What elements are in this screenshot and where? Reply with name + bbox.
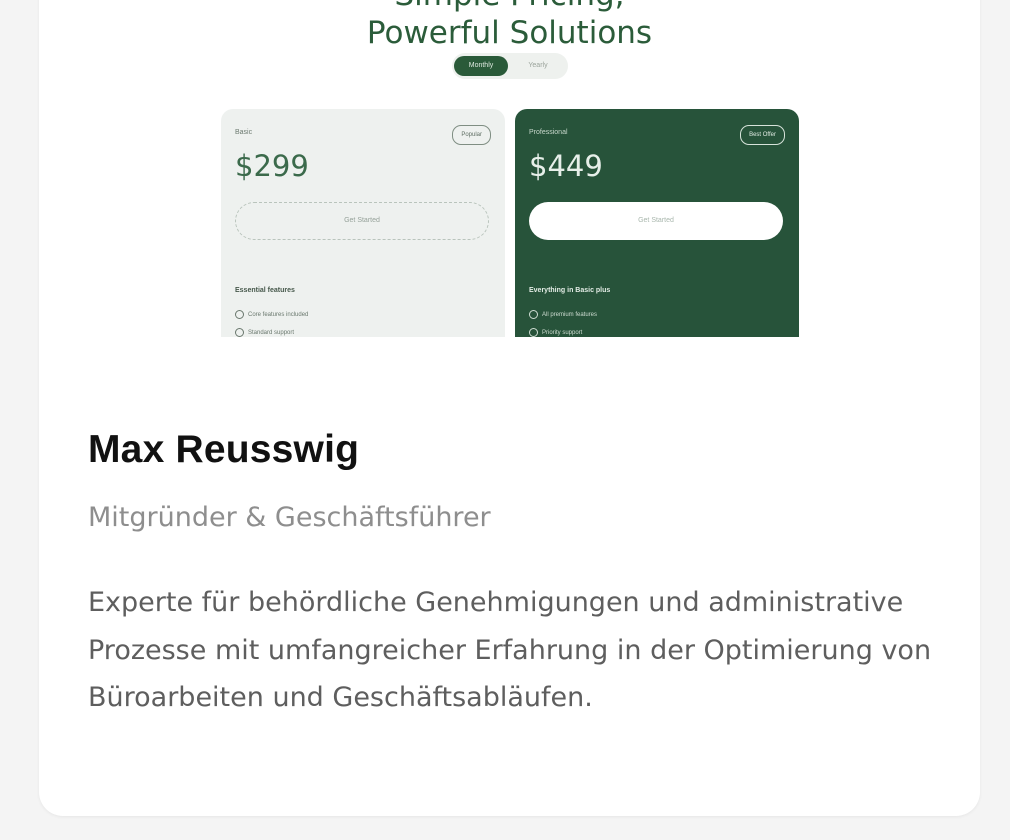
preview-headline-line1: Simple Pricing, — [39, 0, 980, 14]
member-name: Max Reusswig — [88, 428, 360, 471]
member-role: Mitgründer & Geschäftsführer — [88, 502, 491, 533]
pricing-preview-image: Simple Pricing, Powerful Solutions Month… — [39, 0, 980, 337]
toggle-monthly: Monthly — [454, 56, 508, 76]
plan-features-title: Essential features — [235, 287, 295, 294]
billing-toggle: Monthly Yearly — [452, 53, 568, 79]
plan-feature: Standard support — [235, 328, 294, 337]
member-bio: Experte für behördliche Genehmigungen un… — [88, 587, 932, 713]
check-circle-icon — [235, 310, 244, 319]
check-circle-icon — [529, 328, 538, 337]
check-circle-icon — [529, 310, 538, 319]
plan-cta-button: Get Started — [529, 202, 783, 240]
plan-price: $449 — [529, 149, 603, 183]
plan-card-professional: Professional Best Offer $449 Get Started… — [515, 109, 799, 337]
plan-features-title: Everything in Basic plus — [529, 287, 611, 294]
plan-card-basic: Basic Popular $299 Get Started Essential… — [221, 109, 505, 337]
plan-feature: Core features included — [235, 310, 308, 319]
plan-badge: Best Offer — [740, 125, 785, 145]
plan-feature: Priority support — [529, 328, 582, 337]
preview-headline-line2: Powerful Solutions — [366, 15, 653, 51]
plan-cta-button: Get Started — [235, 202, 489, 240]
plan-badge: Popular — [452, 125, 491, 145]
plan-price: $299 — [235, 149, 309, 183]
check-circle-icon — [235, 328, 244, 337]
plan-name: Basic — [235, 129, 253, 136]
plan-name: Professional — [529, 129, 568, 136]
plan-feature: All premium features — [529, 310, 597, 319]
toggle-yearly: Yearly — [528, 62, 548, 69]
team-member-card: Simple Pricing, Powerful Solutions Month… — [39, 0, 980, 816]
